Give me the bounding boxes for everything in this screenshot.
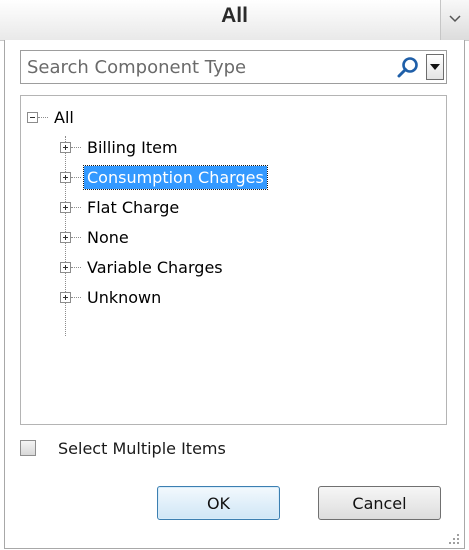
search-icon[interactable] [395, 55, 421, 81]
tree-node-label[interactable]: Unknown [84, 286, 164, 309]
tree-node-label[interactable]: All [51, 106, 77, 129]
tree-node-label[interactable]: Billing Item [84, 136, 181, 159]
tree-node-billing-item[interactable]: Billing Item [60, 134, 181, 160]
column-header-dropdown-button[interactable] [440, 0, 469, 40]
tree-node-consumption-charges[interactable]: Consumption Charges [60, 164, 268, 190]
tree-node-none[interactable]: None [60, 224, 132, 250]
column-header[interactable]: All [0, 0, 469, 41]
tree-node-label[interactable]: Consumption Charges [83, 164, 268, 190]
tree-connector-dots [71, 206, 81, 208]
expand-icon[interactable] [60, 261, 71, 273]
select-multiple-label[interactable]: Select Multiple Items [58, 439, 226, 458]
column-header-title: All [221, 4, 248, 27]
tree-connector-dots [71, 146, 81, 148]
tree-node-unknown[interactable]: Unknown [60, 284, 164, 310]
tree-node-root[interactable]: All [27, 104, 77, 130]
tree-connector-dots [38, 116, 48, 118]
search-input[interactable] [23, 53, 397, 81]
expand-icon[interactable] [60, 171, 71, 183]
filter-dropdown-panel: All Billing Item Consumption Charges Fla… [4, 40, 465, 549]
cancel-button[interactable]: Cancel [318, 486, 441, 520]
select-multiple-row[interactable]: Select Multiple Items [20, 436, 226, 460]
search-dropdown-button[interactable] [426, 54, 444, 80]
tree-connector-dots [71, 176, 81, 178]
tree-connector-dots [71, 296, 81, 298]
chevron-down-icon [430, 64, 440, 70]
component-type-tree[interactable]: All Billing Item Consumption Charges Fla… [20, 95, 447, 425]
tree-connector-dots [71, 266, 81, 268]
select-multiple-checkbox[interactable] [20, 440, 36, 456]
expand-icon[interactable] [60, 291, 71, 303]
collapse-icon[interactable] [27, 111, 38, 123]
tree-node-variable-charges[interactable]: Variable Charges [60, 254, 226, 280]
search-box [20, 50, 447, 84]
resize-grip-icon[interactable] [448, 533, 460, 545]
expand-icon[interactable] [60, 141, 71, 153]
chevron-down-icon [449, 15, 461, 23]
tree-node-label[interactable]: Variable Charges [84, 256, 226, 279]
tree-node-label[interactable]: None [84, 226, 132, 249]
ok-button[interactable]: OK [157, 486, 280, 520]
expand-icon[interactable] [60, 231, 71, 243]
tree-node-label[interactable]: Flat Charge [84, 196, 182, 219]
expand-icon[interactable] [60, 201, 71, 213]
tree-node-flat-charge[interactable]: Flat Charge [60, 194, 182, 220]
tree-connector-dots [71, 236, 81, 238]
